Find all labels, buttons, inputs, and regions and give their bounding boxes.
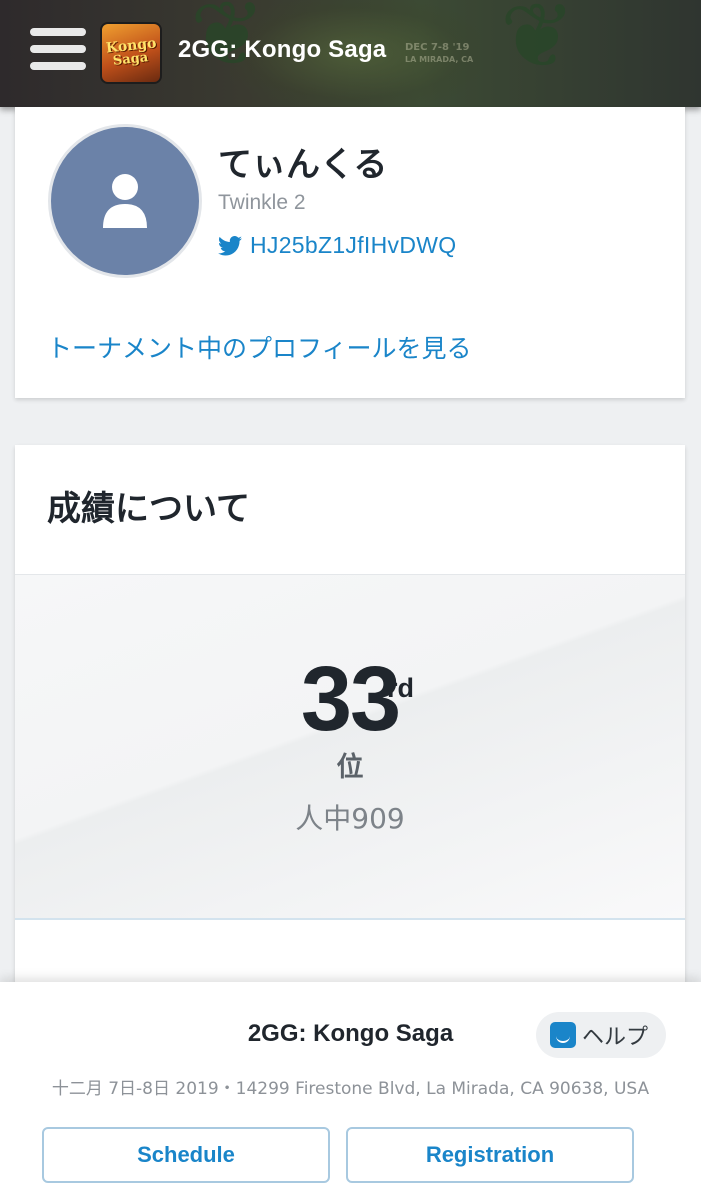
header-title[interactable]: 2GG: Kongo Saga [178, 36, 386, 64]
placement-unit: 位 [336, 752, 364, 783]
help-button[interactable]: ヘルプ [536, 1012, 666, 1058]
schedule-button[interactable]: Schedule [42, 1127, 330, 1183]
help-label: ヘルプ [582, 1025, 649, 1050]
player-tag: Twinkle 2 [218, 191, 306, 214]
banner-date: DEC 7-8 '19 LA MIRADA, CA [405, 42, 474, 64]
total-entrants: 人中909 [295, 802, 405, 835]
logo-text: Saga [112, 50, 150, 69]
registration-button[interactable]: Registration [346, 1127, 634, 1183]
results-title: 成績について [47, 489, 250, 529]
twitter-handle: HJ25bZ1JfIHvDWQ [250, 232, 457, 258]
profile-card: てぃんくる Twinkle 2 HJ25bZ1JfIHvDWQ トーナメント中の… [15, 107, 685, 398]
placement-panel: 33 rd 位 人中909 [15, 575, 685, 918]
event-info: 十二月 7日-8日 2019・14299 Firestone Blvd, La … [51, 1079, 650, 1099]
view-tournament-profile-link[interactable]: トーナメント中のプロフィールを見る [47, 329, 472, 365]
registration-label: Registration [425, 1142, 555, 1167]
results-card: 成績について 33 rd 位 人中909 [15, 445, 685, 1005]
twitter-link[interactable]: HJ25bZ1JfIHvDWQ [218, 232, 456, 259]
hamburger-menu-icon[interactable] [30, 28, 86, 76]
palm-tree-decoration: ❦ [500, 0, 576, 89]
player-display-name: てぃんくる [218, 145, 388, 185]
divider [15, 918, 685, 920]
app-header: ❦ ❦ DEC 7-8 '19 LA MIRADA, CA Kongo Saga… [0, 0, 701, 107]
chat-icon [550, 1022, 576, 1048]
schedule-label: Schedule [137, 1142, 235, 1167]
bottom-event-bar: 2GG: Kongo Saga ヘルプ 十二月 7日-8日 2019・14299… [0, 982, 701, 1200]
twitter-icon [218, 235, 242, 255]
tournament-logo[interactable]: Kongo Saga [100, 22, 162, 84]
placement: 33 [15, 647, 685, 752]
placement-suffix: rd [387, 673, 414, 703]
user-icon [103, 174, 147, 228]
placement-number: 33 [300, 648, 401, 750]
avatar [48, 124, 202, 278]
